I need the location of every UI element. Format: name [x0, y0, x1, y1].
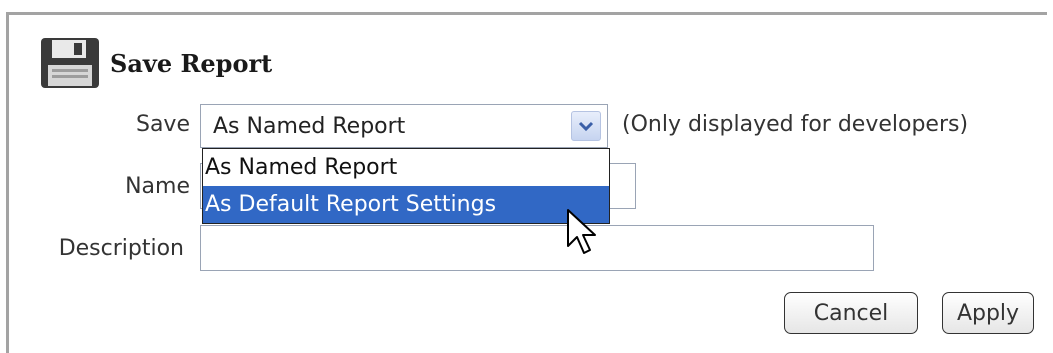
option-as-default-report-settings[interactable]: As Default Report Settings: [203, 186, 609, 223]
mouse-cursor-icon: [567, 209, 596, 254]
name-label: Name: [125, 174, 190, 199]
apply-button[interactable]: Apply: [942, 292, 1034, 334]
save-dropdown-list: As Named Report As Default Report Settin…: [202, 148, 610, 224]
floppy-disk-icon: [41, 38, 99, 88]
dialog-title: Save Report: [110, 48, 273, 78]
save-hint: (Only displayed for developers): [622, 112, 969, 137]
chevron-down-icon: [578, 121, 594, 132]
save-label: Save: [135, 112, 190, 137]
option-as-named-report[interactable]: As Named Report: [203, 149, 609, 186]
description-field[interactable]: [200, 225, 874, 271]
select-arrow-button[interactable]: [571, 111, 601, 141]
cancel-button[interactable]: Cancel: [784, 292, 918, 334]
save-select-value: As Named Report: [213, 113, 406, 139]
save-select[interactable]: As Named Report: [200, 104, 608, 148]
description-label: Description: [58, 236, 184, 261]
dialog-header: Save Report: [40, 38, 272, 88]
